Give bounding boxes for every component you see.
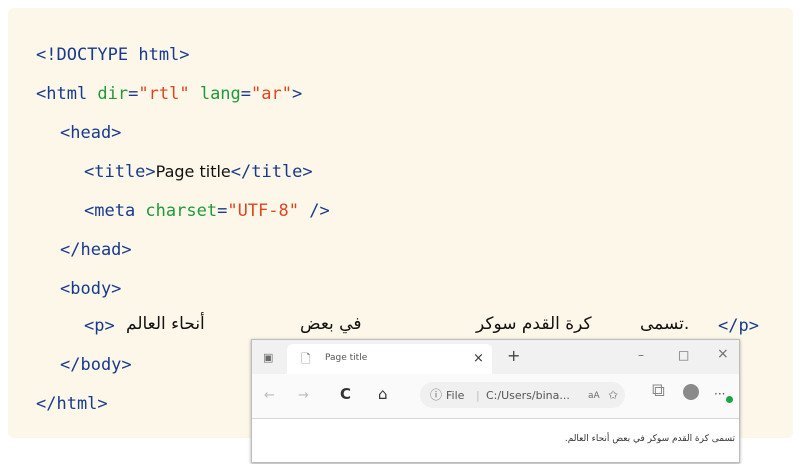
url-text: C:/Users/bina... bbox=[486, 389, 570, 402]
close-window-icon[interactable]: × bbox=[717, 347, 729, 361]
p-open-tag: <p> bbox=[84, 316, 115, 336]
code-line-body-close: </body> bbox=[60, 354, 132, 376]
equals: = bbox=[240, 84, 252, 104]
code-line-html-open: <html dir="rtl" lang="ar"> bbox=[36, 83, 302, 105]
tab-bar: ▣ 🗋 Page title × + – □ × bbox=[252, 340, 739, 374]
title-open-tag: <title> bbox=[84, 162, 156, 182]
page-icon: 🗋 bbox=[301, 352, 311, 366]
browser-tab[interactable]: 🗋 Page title × bbox=[287, 344, 492, 374]
attr-charset: charset bbox=[145, 201, 218, 221]
home-icon[interactable]: ⌂ bbox=[378, 387, 388, 402]
code-line-doctype: <!DOCTYPE html> bbox=[36, 44, 190, 66]
file-label: File bbox=[446, 389, 465, 402]
code-line-meta: <meta charset="UTF-8" /> bbox=[84, 200, 330, 222]
body-close-tag: </body> bbox=[60, 355, 132, 375]
code-line-head-open: <head> bbox=[60, 122, 121, 144]
equals: = bbox=[128, 84, 139, 104]
html-open-tag: <html bbox=[36, 84, 98, 104]
back-icon[interactable]: ← bbox=[264, 389, 275, 403]
rendered-paragraph: تسمى كرة القدم سوكر في بعض أنحاء العالم. bbox=[564, 434, 735, 444]
doctype-text: <!DOCTYPE html> bbox=[36, 45, 190, 65]
code-line-body-open: <body> bbox=[60, 278, 121, 300]
collections-icon[interactable]: ⧉ bbox=[652, 382, 665, 400]
close-tab-icon[interactable]: × bbox=[473, 352, 484, 366]
code-line-head-close: </head> bbox=[60, 239, 132, 261]
profile-avatar-icon[interactable] bbox=[683, 384, 699, 400]
status-dot-icon bbox=[726, 396, 733, 403]
arabic-word-2: في بعض bbox=[300, 314, 362, 334]
meta-open-tag: <meta bbox=[84, 201, 146, 221]
body-open-tag: <body> bbox=[60, 279, 122, 299]
maximize-icon[interactable]: □ bbox=[678, 348, 689, 362]
read-aloud-icon[interactable]: aA bbox=[588, 389, 600, 403]
arabic-word-3: كرة القدم سوكر bbox=[476, 314, 592, 334]
head-open-tag: <head> bbox=[60, 123, 122, 143]
code-line-title: <title>Page title</title> bbox=[84, 161, 313, 183]
value-utf8: "UTF-8" bbox=[227, 201, 299, 221]
arabic-word-1: أنحاء العالم bbox=[126, 314, 205, 334]
tab-actions-icon[interactable]: ▣ bbox=[263, 351, 273, 365]
p-close-tag: </p> bbox=[718, 316, 759, 336]
value-rtl: "rtl" bbox=[138, 84, 190, 104]
favorite-icon[interactable]: ✩ bbox=[608, 388, 618, 402]
info-icon[interactable]: ⓘ bbox=[430, 388, 442, 402]
equals: = bbox=[217, 201, 228, 221]
new-tab-icon[interactable]: + bbox=[507, 348, 520, 364]
page-content: تسمى كرة القدم سوكر في بعض أنحاء العالم. bbox=[252, 419, 739, 462]
address-bar[interactable]: ⓘ File | C:/Users/bina... aA ✩ bbox=[420, 382, 625, 408]
address-separator: | bbox=[476, 389, 480, 402]
toolbar: ← → C ⌂ ⓘ File | C:/Users/bina... aA ✩ ⧉… bbox=[252, 374, 739, 419]
code-line-html-close: </html> bbox=[36, 393, 108, 415]
head-close-tag: </head> bbox=[60, 240, 132, 260]
html-close-bracket: > bbox=[291, 84, 303, 104]
meta-close: /> bbox=[298, 201, 330, 221]
forward-icon[interactable]: → bbox=[298, 389, 309, 403]
title-text: Page title bbox=[155, 162, 231, 181]
value-ar: "ar" bbox=[251, 84, 292, 104]
browser-window: ▣ 🗋 Page title × + – □ × ← → C ⌂ ⓘ File … bbox=[251, 339, 740, 463]
tab-title: Page title bbox=[325, 353, 368, 363]
attr-dir: dir bbox=[97, 84, 129, 104]
title-close-tag: </title> bbox=[230, 162, 313, 182]
arabic-word-4: .تسمى bbox=[640, 314, 690, 334]
attr-lang: lang bbox=[199, 84, 241, 104]
minimize-icon[interactable]: – bbox=[638, 348, 644, 362]
html-close-tag: </html> bbox=[36, 394, 108, 414]
more-icon[interactable]: ··· bbox=[714, 387, 725, 401]
refresh-icon[interactable]: C bbox=[340, 387, 351, 402]
